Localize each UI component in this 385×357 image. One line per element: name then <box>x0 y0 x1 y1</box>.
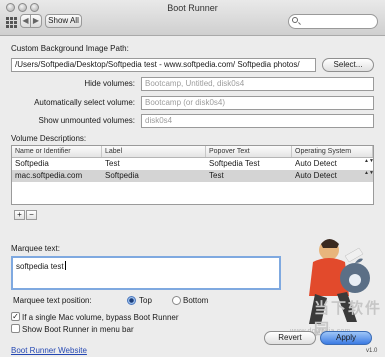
marquee-position-label: Marquee text position: <box>13 296 92 305</box>
column-header-popover[interactable]: Popover Text <box>206 146 292 157</box>
os-popup-cell[interactable]: Auto Detect ▲▼ <box>292 170 373 182</box>
title-bar: Boot Runner ◀ ▶ Show All <box>0 0 385 36</box>
os-popup-cell[interactable]: Auto Detect ▲▼ <box>292 158 373 170</box>
show-all-button[interactable]: Show All <box>45 14 82 28</box>
table-cell[interactable]: Softpedia Test <box>206 158 292 170</box>
forward-arrow-icon[interactable]: ▶ <box>31 14 42 28</box>
position-top-radio[interactable] <box>127 296 136 305</box>
version-label: v1.0 <box>366 348 378 354</box>
popup-stepper-icon[interactable]: ▲▼ <box>364 171 373 176</box>
position-bottom-radio[interactable] <box>172 296 181 305</box>
table-cell[interactable]: Test <box>206 170 292 182</box>
table-cell[interactable]: Test <box>102 158 206 170</box>
table-header: Name or Identifier Label Popover Text Op… <box>12 146 373 158</box>
table-cell[interactable]: Softpedia <box>12 158 102 170</box>
volume-descriptions-label: Volume Descriptions: <box>11 134 87 143</box>
table-cell[interactable]: mac.softpedia.com <box>12 170 102 182</box>
bypass-checkbox[interactable]: ✓ <box>11 312 20 321</box>
background-path-field[interactable]: /Users/Softpedia/Desktop/Softpedia test … <box>11 58 316 72</box>
bypass-label[interactable]: If a single Mac volume, bypass Boot Runn… <box>22 313 179 322</box>
auto-select-volume-field[interactable]: Bootcamp (or disk0s4) <box>141 96 374 110</box>
search-input[interactable] <box>288 14 378 29</box>
marquee-text-area[interactable]: softpedia test <box>11 256 281 290</box>
position-top-label[interactable]: Top <box>139 296 152 305</box>
unmounted-volumes-field[interactable]: disk0s4 <box>141 114 374 128</box>
text-caret <box>64 261 66 270</box>
marquee-text-value: softpedia test <box>16 262 64 271</box>
column-header-os[interactable]: Operating System <box>292 146 373 157</box>
window-title: Boot Runner <box>167 3 218 13</box>
hide-volumes-field[interactable]: Bootcamp, Untitled, disk0s4 <box>141 77 374 91</box>
hide-volumes-label: Hide volumes: <box>84 79 135 88</box>
auto-select-volume-label: Automatically select volume: <box>34 98 135 107</box>
preferences-window: Boot Runner ◀ ▶ Show All Custom Backgrou… <box>0 0 385 357</box>
marquee-text-label: Marquee text: <box>11 244 60 253</box>
os-popup-value: Auto Detect <box>295 159 337 168</box>
add-row-button[interactable]: + <box>14 210 25 220</box>
table-row[interactable]: Softpedia Test Softpedia Test Auto Detec… <box>12 158 373 170</box>
revert-button[interactable]: Revert <box>264 331 316 345</box>
popup-stepper-icon[interactable]: ▲▼ <box>364 159 373 164</box>
menubar-checkbox[interactable] <box>11 324 20 333</box>
navigation-buttons: ◀ ▶ <box>20 14 42 28</box>
back-arrow-icon[interactable]: ◀ <box>20 14 31 28</box>
background-path-label: Custom Background Image Path: <box>11 44 129 53</box>
select-button[interactable]: Select... <box>322 58 374 72</box>
table-cell[interactable]: Softpedia <box>102 170 206 182</box>
menubar-label[interactable]: Show Boot Runner in menu bar <box>22 325 134 334</box>
column-header-label[interactable]: Label <box>102 146 206 157</box>
table-row-selected[interactable]: mac.softpedia.com Softpedia Test Auto De… <box>12 170 373 182</box>
unmounted-volumes-label: Show unmounted volumes: <box>38 116 136 125</box>
search-icon <box>292 17 298 23</box>
position-bottom-label[interactable]: Bottom <box>183 296 208 305</box>
os-popup-value: Auto Detect <box>295 171 337 180</box>
apply-button[interactable]: Apply <box>320 331 372 345</box>
column-header-name[interactable]: Name or Identifier <box>12 146 102 157</box>
show-all-grid-icon[interactable] <box>6 17 17 28</box>
website-link[interactable]: Boot Runner Website <box>11 346 87 355</box>
volume-descriptions-table: Name or Identifier Label Popover Text Op… <box>11 145 374 205</box>
remove-row-button[interactable]: − <box>26 210 37 220</box>
